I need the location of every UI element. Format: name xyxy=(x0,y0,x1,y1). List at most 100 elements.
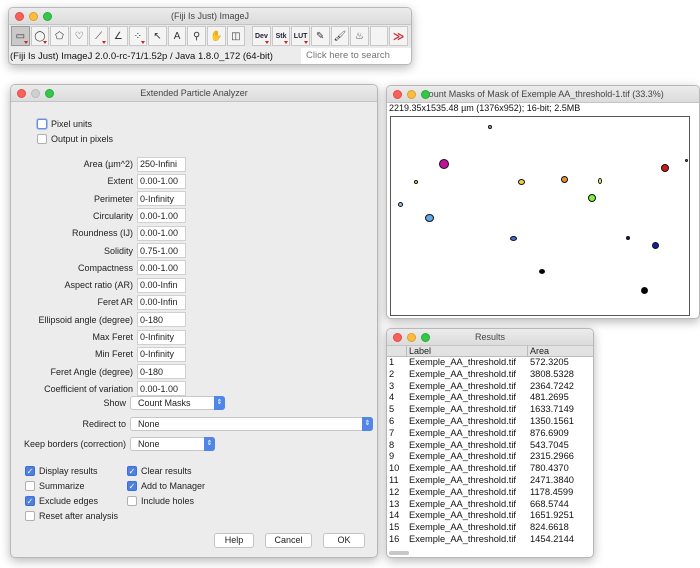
row-index: 1 xyxy=(389,357,395,367)
field-input[interactable] xyxy=(137,225,186,241)
column-header-label[interactable]: Label xyxy=(407,346,528,356)
minimize-button[interactable] xyxy=(407,333,416,342)
include-holes-checkbox[interactable]: Include holes xyxy=(127,496,194,506)
zoom-button[interactable] xyxy=(45,89,54,98)
wand-tool[interactable]: ↖ xyxy=(148,26,167,46)
clear-results-checkbox[interactable]: ✓ Clear results xyxy=(127,466,192,476)
field-input[interactable] xyxy=(137,156,186,172)
image-titlebar[interactable]: Count Masks of Mask of Exemple AA_thresh… xyxy=(387,86,699,103)
rectangle-tool[interactable]: ▭ xyxy=(11,26,30,46)
reset-after-analysis-checkbox[interactable]: Reset after analysis xyxy=(25,511,118,521)
toolbar: ▭ ◯ ⬠ ♡ ⟋ ∠ ⁘ ↖ A ⚲ ✋ ◫ Dev Stk LUT ✎ 🖌 ♨ ≫ xyxy=(9,25,411,47)
table-row[interactable]: 15 Exemple_AA_threshold.tif 824.6618 xyxy=(387,522,593,534)
particle-mask xyxy=(425,214,435,223)
column-header-area[interactable]: Area xyxy=(528,346,593,356)
image-canvas[interactable] xyxy=(390,116,690,316)
horizontal-scrollbar[interactable] xyxy=(389,551,409,555)
field-input[interactable] xyxy=(137,191,186,207)
checkbox-box[interactable]: ✓ xyxy=(127,466,137,476)
field-input[interactable] xyxy=(137,364,186,380)
table-row[interactable]: 4 Exemple_AA_threshold.tif 481.2695 xyxy=(387,392,593,404)
redirect-select[interactable]: None ⇕ xyxy=(130,417,373,431)
table-row[interactable]: 6 Exemple_AA_threshold.tif 1350.1561 xyxy=(387,416,593,428)
more-tools[interactable]: ≫ xyxy=(389,26,408,46)
checkbox-box[interactable] xyxy=(127,496,137,506)
help-button[interactable]: Help xyxy=(214,533,254,548)
checkbox-box[interactable] xyxy=(25,481,35,491)
checkbox-box[interactable] xyxy=(25,511,35,521)
redirect-value: None xyxy=(138,419,160,429)
table-row[interactable]: 14 Exemple_AA_threshold.tif 1651.9251 xyxy=(387,510,593,522)
multipoint-tool[interactable]: ⁘ xyxy=(128,26,148,46)
field-input[interactable] xyxy=(137,243,186,258)
zoom-button[interactable] xyxy=(421,90,430,99)
hand-tool[interactable]: ✋ xyxy=(206,26,226,46)
table-row[interactable]: 16 Exemple_AA_threshold.tif 1454.2144 xyxy=(387,534,593,546)
lut-menu[interactable]: LUT xyxy=(291,26,310,46)
oval-tool[interactable]: ◯ xyxy=(30,26,50,46)
checkbox-box[interactable]: ✓ xyxy=(25,496,35,506)
field-input[interactable] xyxy=(137,294,186,310)
table-row[interactable]: 3 Exemple_AA_threshold.tif 2364.7242 xyxy=(387,381,593,393)
table-row[interactable]: 2 Exemple_AA_threshold.tif 3808.5328 xyxy=(387,369,593,381)
table-row[interactable]: 7 Exemple_AA_threshold.tif 876.6909 xyxy=(387,428,593,440)
column-header-index[interactable] xyxy=(387,346,407,356)
search-input[interactable] xyxy=(301,48,411,64)
table-row[interactable]: 11 Exemple_AA_threshold.tif 2471.3840 xyxy=(387,475,593,487)
keep-borders-select[interactable]: None ⇕ xyxy=(130,437,215,451)
show-select[interactable]: Count Masks ⇕ xyxy=(130,396,225,410)
checkbox-box[interactable]: ✓ xyxy=(127,481,137,491)
close-button[interactable] xyxy=(15,12,24,21)
pencil-tool[interactable]: ✎ xyxy=(310,26,330,46)
angle-tool[interactable]: ∠ xyxy=(108,26,128,46)
field-input[interactable] xyxy=(137,346,186,362)
imagej-titlebar[interactable]: (Fiji Is Just) ImageJ xyxy=(9,8,411,25)
field-input[interactable] xyxy=(137,381,186,397)
table-row[interactable]: 8 Exemple_AA_threshold.tif 543.7045 xyxy=(387,440,593,452)
field-input[interactable] xyxy=(137,260,186,276)
particle-mask xyxy=(598,178,603,185)
text-tool[interactable]: A xyxy=(167,26,187,46)
table-row[interactable]: 10 Exemple_AA_threshold.tif 780.4370 xyxy=(387,463,593,475)
add-to-manager-checkbox[interactable]: ✓ Add to Manager xyxy=(127,481,205,491)
brush-tool[interactable]: 🖌 xyxy=(330,26,350,46)
exclude-edges-checkbox[interactable]: ✓ Exclude edges xyxy=(25,496,98,506)
field-input[interactable] xyxy=(137,277,186,293)
table-row[interactable]: 1 Exemple_AA_threshold.tif 572.3205 xyxy=(387,357,593,369)
summarize-checkbox[interactable]: Summarize xyxy=(25,481,85,491)
color-picker-tool[interactable]: ◫ xyxy=(226,26,246,46)
cancel-button[interactable]: Cancel xyxy=(265,533,312,548)
results-titlebar[interactable]: Results xyxy=(387,329,593,346)
close-button[interactable] xyxy=(17,89,26,98)
field-input[interactable] xyxy=(137,329,186,345)
field-input[interactable] xyxy=(137,312,186,328)
freehand-tool[interactable]: ♡ xyxy=(69,26,89,46)
field-input[interactable] xyxy=(137,208,186,224)
line-tool[interactable]: ⟋ xyxy=(89,26,108,46)
field-input[interactable] xyxy=(137,173,186,189)
table-row[interactable]: 5 Exemple_AA_threshold.tif 1633.7149 xyxy=(387,404,593,416)
minimize-button[interactable] xyxy=(407,90,416,99)
close-button[interactable] xyxy=(393,90,402,99)
ok-button[interactable]: OK xyxy=(323,533,365,548)
zoom-button[interactable] xyxy=(421,333,430,342)
dialog-titlebar[interactable]: Extended Particle Analyzer xyxy=(11,85,377,102)
flood-fill-tool[interactable]: ♨ xyxy=(350,26,369,46)
minimize-button[interactable] xyxy=(29,12,38,21)
checkbox-box[interactable] xyxy=(37,119,47,129)
close-button[interactable] xyxy=(393,333,402,342)
stk-menu[interactable]: Stk xyxy=(271,26,291,46)
zoom-button[interactable] xyxy=(43,12,52,21)
magnifier-tool[interactable]: ⚲ xyxy=(187,26,206,46)
empty-tool-slot[interactable] xyxy=(369,26,389,46)
polygon-tool[interactable]: ⬠ xyxy=(50,26,69,46)
table-row[interactable]: 12 Exemple_AA_threshold.tif 1178.4599 xyxy=(387,487,593,499)
dev-menu[interactable]: Dev xyxy=(252,26,271,46)
checkbox-box[interactable] xyxy=(37,134,47,144)
display-results-checkbox[interactable]: ✓ Display results xyxy=(25,466,98,476)
pixel-units-checkbox[interactable]: Pixel units xyxy=(37,119,92,129)
table-row[interactable]: 13 Exemple_AA_threshold.tif 668.5744 xyxy=(387,499,593,511)
checkbox-box[interactable]: ✓ xyxy=(25,466,35,476)
table-row[interactable]: 9 Exemple_AA_threshold.tif 2315.2966 xyxy=(387,451,593,463)
output-in-pixels-checkbox[interactable]: Output in pixels xyxy=(37,134,113,144)
